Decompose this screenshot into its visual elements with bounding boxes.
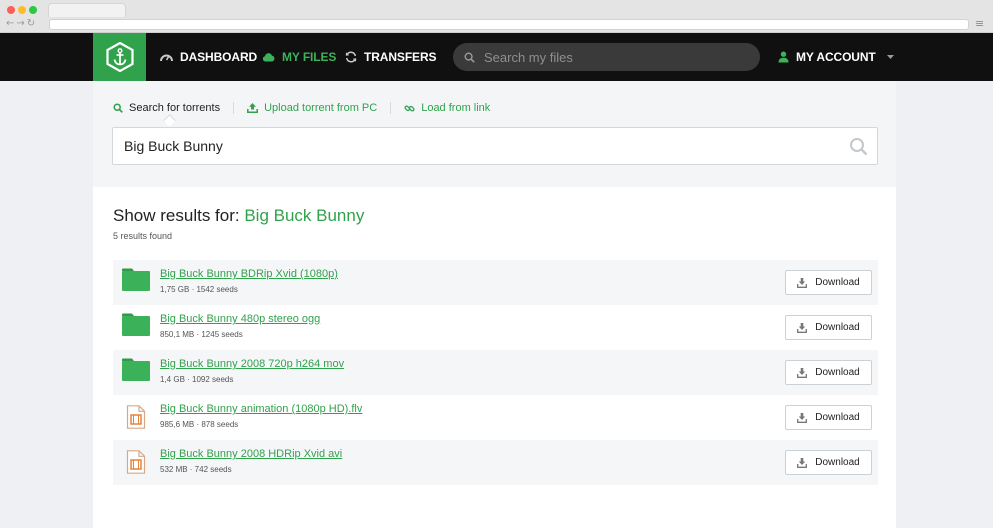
folder-icon: [121, 268, 151, 297]
results-query: Big Buck Bunny: [244, 206, 365, 225]
torrent-search-box[interactable]: [112, 127, 878, 165]
download-button[interactable]: Download: [785, 405, 872, 430]
chevron-down-icon: [886, 55, 894, 59]
result-link[interactable]: Big Buck Bunny 480p stereo ogg: [160, 313, 320, 325]
download-button[interactable]: Download: [785, 270, 872, 295]
folder-icon: [121, 358, 151, 387]
results-heading: Show results for: Big Buck Bunny: [113, 206, 364, 226]
maximize-window-button[interactable]: [29, 6, 37, 14]
dashboard-icon: [160, 51, 173, 63]
result-row: Big Buck Bunny 480p stereo ogg 850,1 MB …: [113, 305, 878, 350]
nav-transfers-label: TRANSFERS: [364, 50, 437, 64]
download-button[interactable]: Download: [785, 315, 872, 340]
browser-nav-icons[interactable]: ←→↻: [6, 19, 37, 29]
video-file-icon: [126, 405, 146, 434]
user-icon: [778, 51, 789, 63]
browser-tab[interactable]: [48, 3, 126, 17]
upload-icon: [247, 103, 259, 113]
cloud-icon: [262, 52, 275, 62]
download-label: Download: [815, 412, 860, 423]
result-link[interactable]: Big Buck Bunny 2008 HDRip Xvid avi: [160, 448, 342, 460]
app-header: DASHBOARD MY FILES TRANSFERS MY ACCOUNT: [0, 33, 993, 81]
results-prefix: Show results for:: [113, 206, 245, 225]
download-label: Download: [815, 322, 860, 333]
search-icon: [464, 51, 475, 63]
torrent-search-input[interactable]: [124, 138, 834, 154]
video-file-icon: [126, 450, 146, 479]
results-count: 5 results found: [113, 231, 173, 241]
tab-load-link[interactable]: Load from link: [404, 102, 490, 114]
result-meta: 850,1 MB · 1245 seeds: [160, 330, 243, 339]
nav-my-files[interactable]: MY FILES: [262, 48, 336, 66]
result-link[interactable]: Big Buck Bunny 2008 720p h264 mov: [160, 358, 344, 370]
link-icon: [404, 103, 415, 114]
download-icon: [797, 457, 808, 468]
download-button[interactable]: Download: [785, 360, 872, 385]
download-label: Download: [815, 457, 860, 468]
tab-search-torrents-label: Search for torrents: [129, 102, 221, 114]
tab-divider: [390, 102, 392, 114]
result-row: Big Buck Bunny 2008 HDRip Xvid avi 532 M…: [113, 440, 878, 485]
anchor-logo-icon[interactable]: [93, 33, 146, 81]
browser-chrome: ←→↻ ≡: [0, 0, 993, 33]
download-icon: [797, 322, 808, 333]
account-menu[interactable]: MY ACCOUNT: [778, 48, 894, 66]
folder-icon: [121, 313, 151, 342]
result-row: Big Buck Bunny animation (1080p HD).flv …: [113, 395, 878, 440]
result-meta: 1,75 GB · 1542 seeds: [160, 285, 238, 294]
download-icon: [797, 367, 808, 378]
tab-upload-torrent[interactable]: Upload torrent from PC: [247, 102, 377, 114]
refresh-icon: [345, 51, 357, 63]
result-link[interactable]: Big Buck Bunny animation (1080p HD).flv: [160, 403, 362, 415]
account-label: MY ACCOUNT: [796, 50, 876, 64]
header-search-input[interactable]: [484, 49, 744, 65]
search-submit-icon[interactable]: [849, 137, 868, 156]
tab-search-torrents[interactable]: Search for torrents: [113, 102, 220, 114]
result-link[interactable]: Big Buck Bunny BDRip Xvid (1080p): [160, 268, 338, 280]
search-icon: [113, 103, 123, 113]
browser-menu-icon[interactable]: ≡: [975, 18, 984, 29]
result-meta: 985,6 MB · 878 seeds: [160, 420, 239, 429]
download-icon: [797, 277, 808, 288]
main-panel: Search for torrents Upload torrent from …: [93, 81, 896, 528]
nav-transfers[interactable]: TRANSFERS: [345, 48, 437, 66]
minimize-window-button[interactable]: [18, 6, 26, 14]
close-window-button[interactable]: [7, 6, 15, 14]
nav-dashboard-label: DASHBOARD: [180, 50, 258, 64]
tab-divider: [233, 102, 235, 114]
result-row: Big Buck Bunny 2008 720p h264 mov 1,4 GB…: [113, 350, 878, 395]
result-meta: 532 MB · 742 seeds: [160, 465, 232, 474]
search-area: Search for torrents Upload torrent from …: [93, 81, 896, 187]
tab-upload-torrent-label: Upload torrent from PC: [264, 102, 378, 114]
result-row: Big Buck Bunny BDRip Xvid (1080p) 1,75 G…: [113, 260, 878, 305]
download-label: Download: [815, 277, 860, 288]
nav-my-files-label: MY FILES: [282, 50, 337, 64]
download-button[interactable]: Download: [785, 450, 872, 475]
header-search[interactable]: [453, 43, 760, 71]
tab-load-link-label: Load from link: [421, 102, 491, 114]
download-icon: [797, 412, 808, 423]
results-list: Big Buck Bunny BDRip Xvid (1080p) 1,75 G…: [113, 260, 878, 485]
torrent-tabs: Search for torrents Upload torrent from …: [113, 101, 490, 115]
nav-dashboard[interactable]: DASHBOARD: [160, 48, 257, 66]
download-label: Download: [815, 367, 860, 378]
result-meta: 1,4 GB · 1092 seeds: [160, 375, 234, 384]
address-bar[interactable]: [49, 19, 969, 30]
